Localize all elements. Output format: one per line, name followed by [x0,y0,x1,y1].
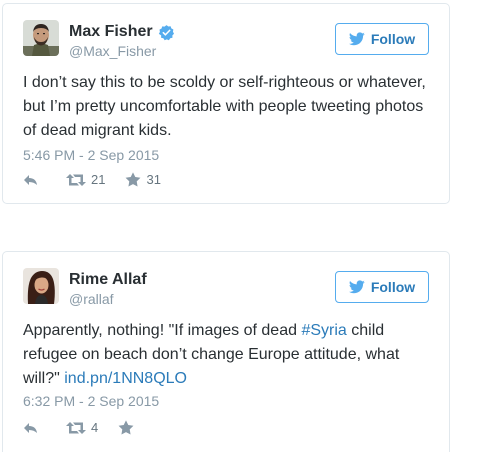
handle[interactable]: @rallaf [69,290,147,309]
timestamp[interactable]: 6:32 PM - 2 Sep 2015 [23,393,159,409]
verified-badge-icon [158,24,174,40]
tweet-card: Rime Allaf @rallaf Follow Apparently, no… [2,251,450,452]
twitter-bird-icon [348,32,365,46]
retweet-button[interactable]: 21 [66,172,105,187]
follow-label: Follow [370,279,416,295]
tweet-text: Apparently, nothing! "If images of dead … [23,319,435,391]
follow-button[interactable]: Follow [335,23,429,55]
display-name[interactable]: Max Fisher [69,22,153,42]
tweet-text-part: Apparently, nothing! "If images of dead [23,322,302,339]
handle[interactable]: @Max_Fisher [69,42,175,61]
like-star-icon [126,172,141,187]
reply-button[interactable] [23,173,39,187]
like-button[interactable]: 31 [125,172,161,187]
timestamp[interactable]: 5:46 PM - 2 Sep 2015 [23,147,159,163]
tweet-text: I don’t say this to be scoldy or self-ri… [23,74,426,139]
tweet-actions: 21 31 [23,172,161,187]
tweet-actions: 4 [23,420,139,435]
like-count: 31 [146,172,161,187]
retweet-count: 21 [91,172,106,187]
retweet-count: 4 [91,420,99,435]
reply-button[interactable] [23,421,39,435]
url-link[interactable]: ind.pn/1NN8QLO [64,370,187,387]
retweet-button[interactable]: 4 [66,420,98,435]
retweet-icon [66,421,86,434]
follow-button[interactable]: Follow [335,271,429,303]
avatar[interactable] [23,268,59,304]
hashtag-link[interactable]: #Syria [301,322,346,339]
follow-label: Follow [370,31,416,47]
reply-icon [24,422,37,433]
like-star-icon [118,420,134,435]
tweet-card: Max Fisher @Max_Fisher Follow I don’t sa… [2,3,450,204]
retweet-icon [66,173,86,186]
reply-icon [24,174,37,185]
display-name[interactable]: Rime Allaf [69,270,147,290]
twitter-bird-icon [348,280,365,294]
avatar[interactable] [23,20,59,56]
like-button[interactable] [118,420,139,435]
